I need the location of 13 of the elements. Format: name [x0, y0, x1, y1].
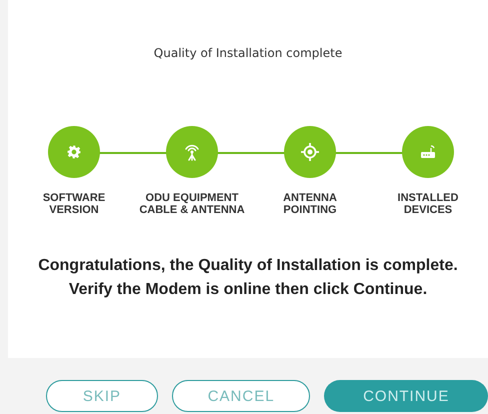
- step-label: ODU EQUIPMENT CABLE & ANTENNA: [139, 192, 245, 216]
- dialog-title: Quality of Installation complete: [152, 46, 344, 60]
- target-icon: [301, 143, 319, 161]
- step-label: ANTENNA POINTING: [283, 192, 337, 216]
- router-icon: [420, 145, 436, 159]
- antenna-icon: [184, 143, 200, 161]
- gear-icon: [67, 145, 81, 159]
- continue-button[interactable]: CONTINUE: [324, 380, 488, 412]
- completion-message: Congratulations, the Quality of Installation is complete. Verify the Modem is online then click Continue.: [37, 256, 459, 300]
- step-label: SOFTWARE VERSION: [42, 192, 106, 216]
- step-label: INSTALLED DEVICES: [398, 192, 458, 216]
- action-button[interactable]: SKIP: [46, 380, 158, 412]
- action-button[interactable]: CANCEL: [172, 380, 310, 412]
